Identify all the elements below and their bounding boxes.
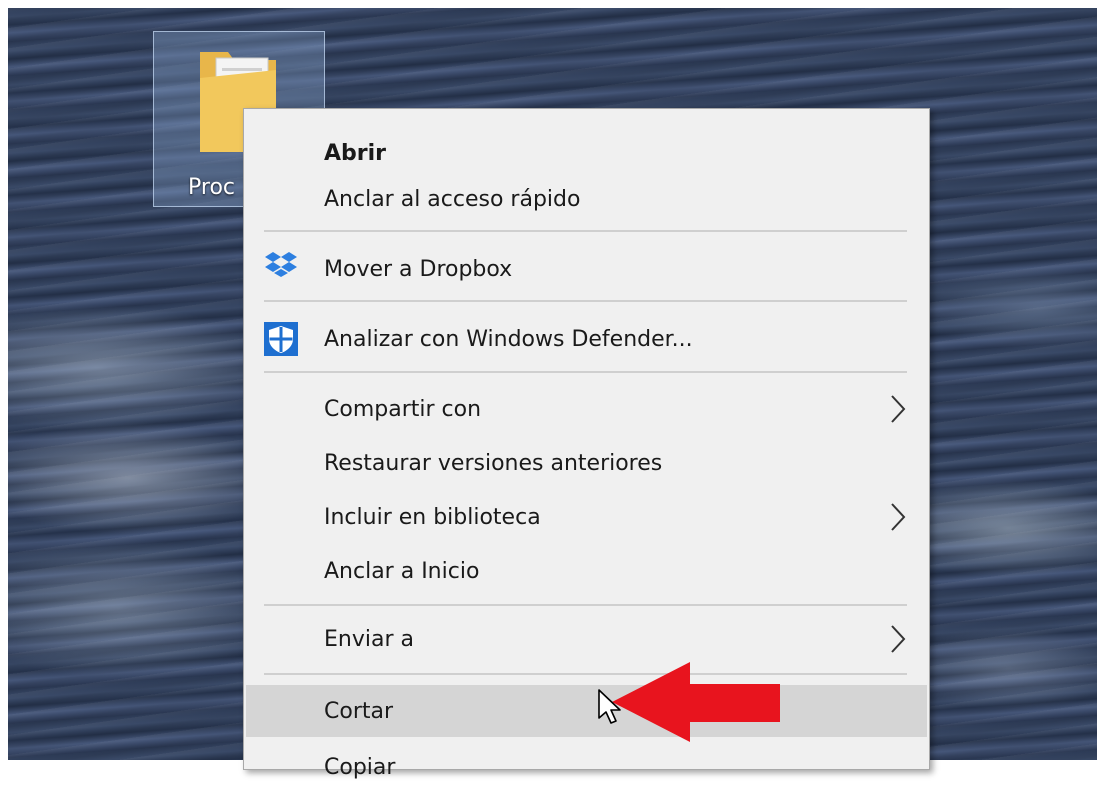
menu-item-enviar-a[interactable]: Enviar a xyxy=(246,613,927,665)
menu-item-label: Abrir xyxy=(324,140,387,166)
menu-item-compartir-con[interactable]: Compartir con xyxy=(246,383,927,435)
mouse-cursor-icon xyxy=(598,689,621,724)
menu-separator xyxy=(264,300,907,302)
menu-item-label: Copiar xyxy=(324,754,396,780)
menu-item-restaurar-versiones[interactable]: Restaurar versiones anteriores xyxy=(246,437,927,489)
chevron-right-icon xyxy=(891,395,906,423)
context-menu: Abrir Anclar al acceso rápido Mover a Dr… xyxy=(243,108,930,780)
menu-item-incluir-biblioteca[interactable]: Incluir en biblioteca xyxy=(246,491,927,543)
dropbox-icon xyxy=(265,252,297,277)
menu-item-label: Incluir en biblioteca xyxy=(324,504,541,530)
red-arrow-annotation-icon xyxy=(612,662,780,742)
windows-defender-icon xyxy=(264,322,298,356)
menu-item-label: Analizar con Windows Defender... xyxy=(324,326,693,352)
chevron-right-icon xyxy=(891,503,906,531)
menu-item-cortar[interactable]: Cortar xyxy=(246,685,927,737)
menu-item-label: Anclar al acceso rápido xyxy=(324,186,581,212)
menu-item-label: Compartir con xyxy=(324,396,482,422)
menu-separator xyxy=(264,230,907,232)
menu-item-windows-defender[interactable]: Analizar con Windows Defender... xyxy=(246,313,927,365)
menu-item-label: Anclar a Inicio xyxy=(324,558,480,584)
chevron-right-icon xyxy=(891,625,906,653)
menu-item-anclar-inicio[interactable]: Anclar a Inicio xyxy=(246,545,927,597)
menu-separator xyxy=(264,673,907,675)
menu-item-label: Restaurar versiones anteriores xyxy=(324,450,663,476)
menu-separator xyxy=(264,604,907,606)
menu-item-label: Cortar xyxy=(324,698,394,724)
menu-item-label: Mover a Dropbox xyxy=(324,256,513,282)
menu-separator xyxy=(264,371,907,373)
menu-item-label: Enviar a xyxy=(324,626,414,652)
menu-item-anclar-acceso-rapido[interactable]: Anclar al acceso rápido xyxy=(246,173,927,225)
menu-item-abrir[interactable]: Abrir xyxy=(246,127,927,179)
menu-item-mover-dropbox[interactable]: Mover a Dropbox xyxy=(246,243,927,295)
menu-item-copiar[interactable]: Copiar xyxy=(246,741,927,793)
